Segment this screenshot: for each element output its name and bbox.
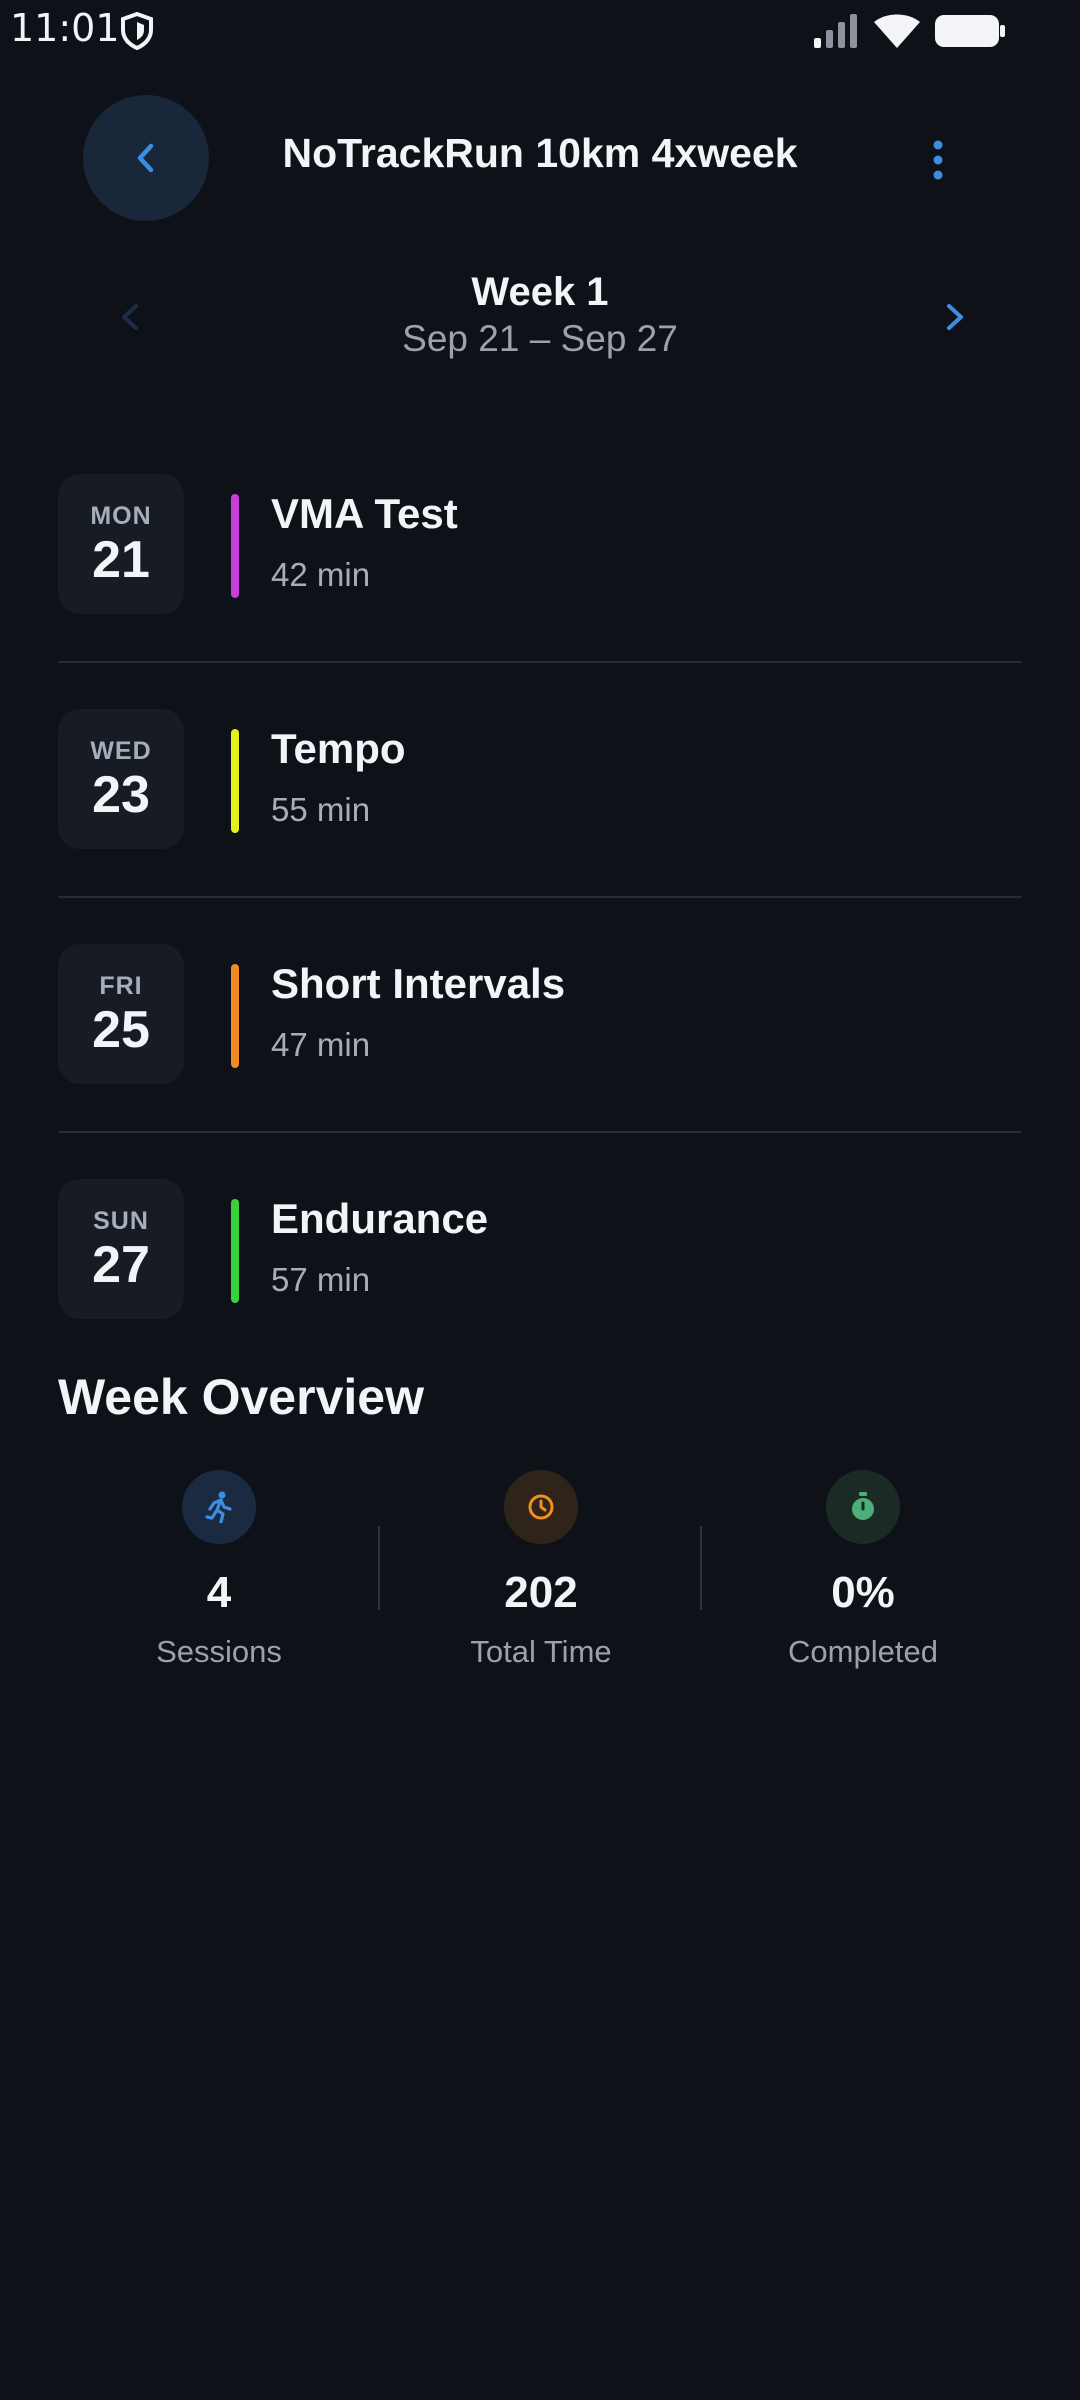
stat-label: Completed [788, 1634, 938, 1669]
session-duration: 42 min [271, 556, 371, 593]
day-name: SUN [93, 1207, 149, 1235]
day-name: WED [90, 737, 152, 765]
day-number: 23 [92, 766, 150, 824]
day-badge: FRI 25 [58, 944, 184, 1084]
session-title: Endurance [271, 1195, 489, 1242]
previous-week-button[interactable] [110, 292, 150, 342]
divider [58, 1131, 1022, 1133]
clock-icon [504, 1470, 578, 1544]
signal-icon [814, 14, 857, 48]
status-time: 11:01 [10, 6, 120, 50]
session-duration: 47 min [271, 1026, 371, 1063]
session-duration: 55 min [271, 791, 371, 828]
session-duration: 57 min [271, 1261, 371, 1298]
runner-icon [182, 1470, 256, 1544]
more-vertical-icon [933, 140, 943, 180]
session-item-tempo[interactable]: WED 23 Tempo 55 min [58, 709, 1022, 859]
session-item-vma-test[interactable]: MON 21 VMA Test 42 min [58, 474, 1022, 624]
shield-icon [121, 12, 153, 50]
session-title: VMA Test [271, 490, 458, 537]
page-title: NoTrackRun 10km 4xweek [282, 130, 798, 176]
session-color-bar [231, 729, 239, 833]
status-bar: 11:01 [0, 0, 1080, 62]
session-title: Short Intervals [271, 960, 566, 1007]
divider [58, 661, 1022, 663]
day-badge: MON 21 [58, 474, 184, 614]
wifi-icon [874, 14, 920, 48]
stat-total-time: 202 Total Time [380, 1470, 702, 1670]
week-overview-title: Week Overview [58, 1369, 424, 1425]
stat-completed: 0% Completed [702, 1470, 1024, 1670]
session-item-endurance[interactable]: SUN 27 Endurance 57 min [58, 1179, 1022, 1329]
day-number: 27 [92, 1236, 150, 1294]
session-color-bar [231, 964, 239, 1068]
stat-value: 202 [504, 1568, 578, 1617]
day-number: 25 [92, 1001, 150, 1059]
stat-label: Total Time [470, 1634, 612, 1669]
day-badge: WED 23 [58, 709, 184, 849]
session-color-bar [231, 1199, 239, 1303]
battery-icon [935, 15, 1005, 47]
week-date-range: Sep 21 – Sep 27 [402, 318, 678, 359]
chevron-left-icon [137, 143, 154, 173]
day-number: 21 [92, 531, 150, 589]
next-week-button[interactable] [935, 292, 975, 342]
more-options-button[interactable] [910, 132, 966, 188]
stopwatch-icon [826, 1470, 900, 1544]
stat-label: Sessions [156, 1634, 282, 1669]
session-item-short-intervals[interactable]: FRI 25 Short Intervals 47 min [58, 944, 1022, 1094]
stat-sessions: 4 Sessions [58, 1470, 380, 1670]
divider [58, 896, 1022, 898]
week-title: Week 1 [471, 270, 609, 314]
session-color-bar [231, 494, 239, 598]
stat-value: 4 [206, 1568, 232, 1617]
day-name: MON [90, 502, 152, 530]
back-button[interactable] [83, 95, 209, 221]
session-title: Tempo [271, 725, 406, 772]
day-name: FRI [99, 972, 143, 1000]
day-badge: SUN 27 [58, 1179, 184, 1319]
stat-value: 0% [831, 1568, 895, 1617]
